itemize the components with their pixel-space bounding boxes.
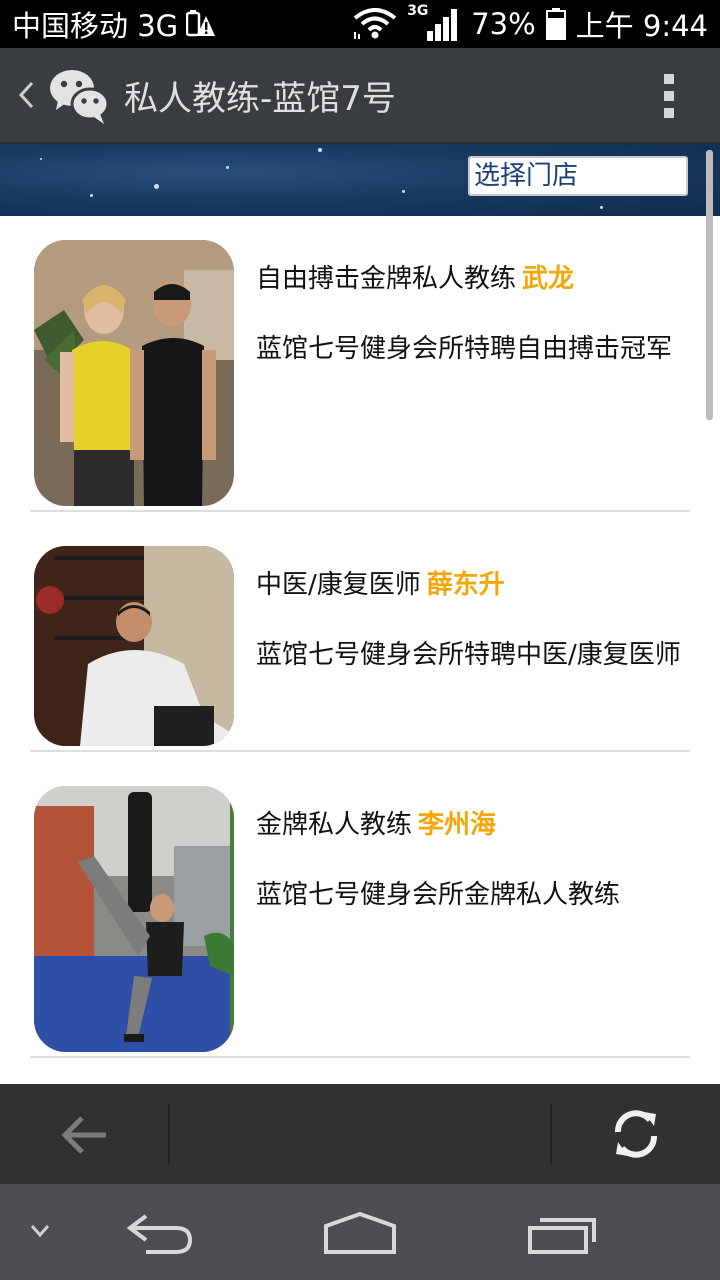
trainer-title: 中医/康复医师 薛东升	[256, 564, 505, 601]
battery-percent: 73%	[471, 7, 536, 41]
trainer-photo	[34, 786, 234, 1052]
hide-keyboard-icon[interactable]	[30, 1224, 50, 1238]
trainer-desc: 蓝馆七号健身会所特聘自由搏击冠军	[256, 334, 673, 364]
trainer-role: 自由搏击金牌私人教练	[256, 264, 517, 294]
back-chevron-icon[interactable]	[8, 47, 44, 143]
toolbar-divider	[550, 1104, 552, 1164]
trainer-role: 中医/康复医师	[256, 570, 421, 600]
trainer-name[interactable]: 武龙	[522, 264, 574, 294]
trainer-photo	[34, 546, 234, 746]
app-bar: 私人教练-蓝馆7号	[0, 48, 720, 144]
trainer-list: 自由搏击金牌私人教练 武龙 蓝馆七号健身会所特聘自由搏击冠军 中医/康复医师 薛东升	[0, 216, 720, 1084]
trainer-title: 金牌私人教练 李州海	[256, 804, 496, 841]
trainer-desc: 蓝馆七号健身会所金牌私人教练	[256, 880, 621, 910]
toolbar-divider	[168, 1104, 170, 1164]
banner: 选择门店	[0, 144, 720, 216]
back-icon[interactable]	[126, 1214, 194, 1254]
signal-icon: 3G	[407, 3, 461, 41]
page-title: 私人教练-蓝馆7号	[124, 78, 396, 119]
refresh-icon[interactable]	[610, 1108, 662, 1160]
recents-icon[interactable]	[526, 1216, 598, 1254]
system-nav-bar	[0, 1184, 720, 1280]
status-bar: 中国移动 3G 3G 73% 上午 9:44	[0, 0, 720, 48]
carrier-label: 中国移动 3G	[12, 9, 179, 43]
overflow-menu-icon[interactable]	[664, 74, 676, 118]
trainer-item[interactable]: 中医/康复医师 薛东升 蓝馆七号健身会所特聘中医/康复医师	[30, 512, 690, 752]
warning-icon	[186, 10, 216, 37]
wifi-icon	[353, 8, 397, 39]
trainer-item[interactable]: 金牌私人教练 李州海 蓝馆七号健身会所金牌私人教练	[30, 752, 690, 1058]
store-select-dropdown[interactable]: 选择门店	[468, 156, 688, 196]
home-icon[interactable]	[322, 1212, 398, 1254]
battery-icon	[545, 8, 566, 40]
trainer-desc: 蓝馆七号健身会所特聘中医/康复医师	[256, 640, 681, 670]
trainer-title: 自由搏击金牌私人教练 武龙	[256, 258, 574, 295]
trainer-role: 金牌私人教练	[256, 810, 413, 840]
browser-toolbar	[0, 1084, 720, 1184]
trainer-photo	[34, 240, 234, 506]
trainer-name[interactable]: 薛东升	[427, 570, 505, 600]
back-arrow-icon[interactable]	[60, 1110, 110, 1160]
trainer-item[interactable]: 自由搏击金牌私人教练 武龙 蓝馆七号健身会所特聘自由搏击冠军	[30, 216, 690, 512]
trainer-name[interactable]: 李州海	[418, 810, 496, 840]
clock: 上午 9:44	[575, 9, 708, 43]
wechat-icon[interactable]	[48, 64, 110, 126]
